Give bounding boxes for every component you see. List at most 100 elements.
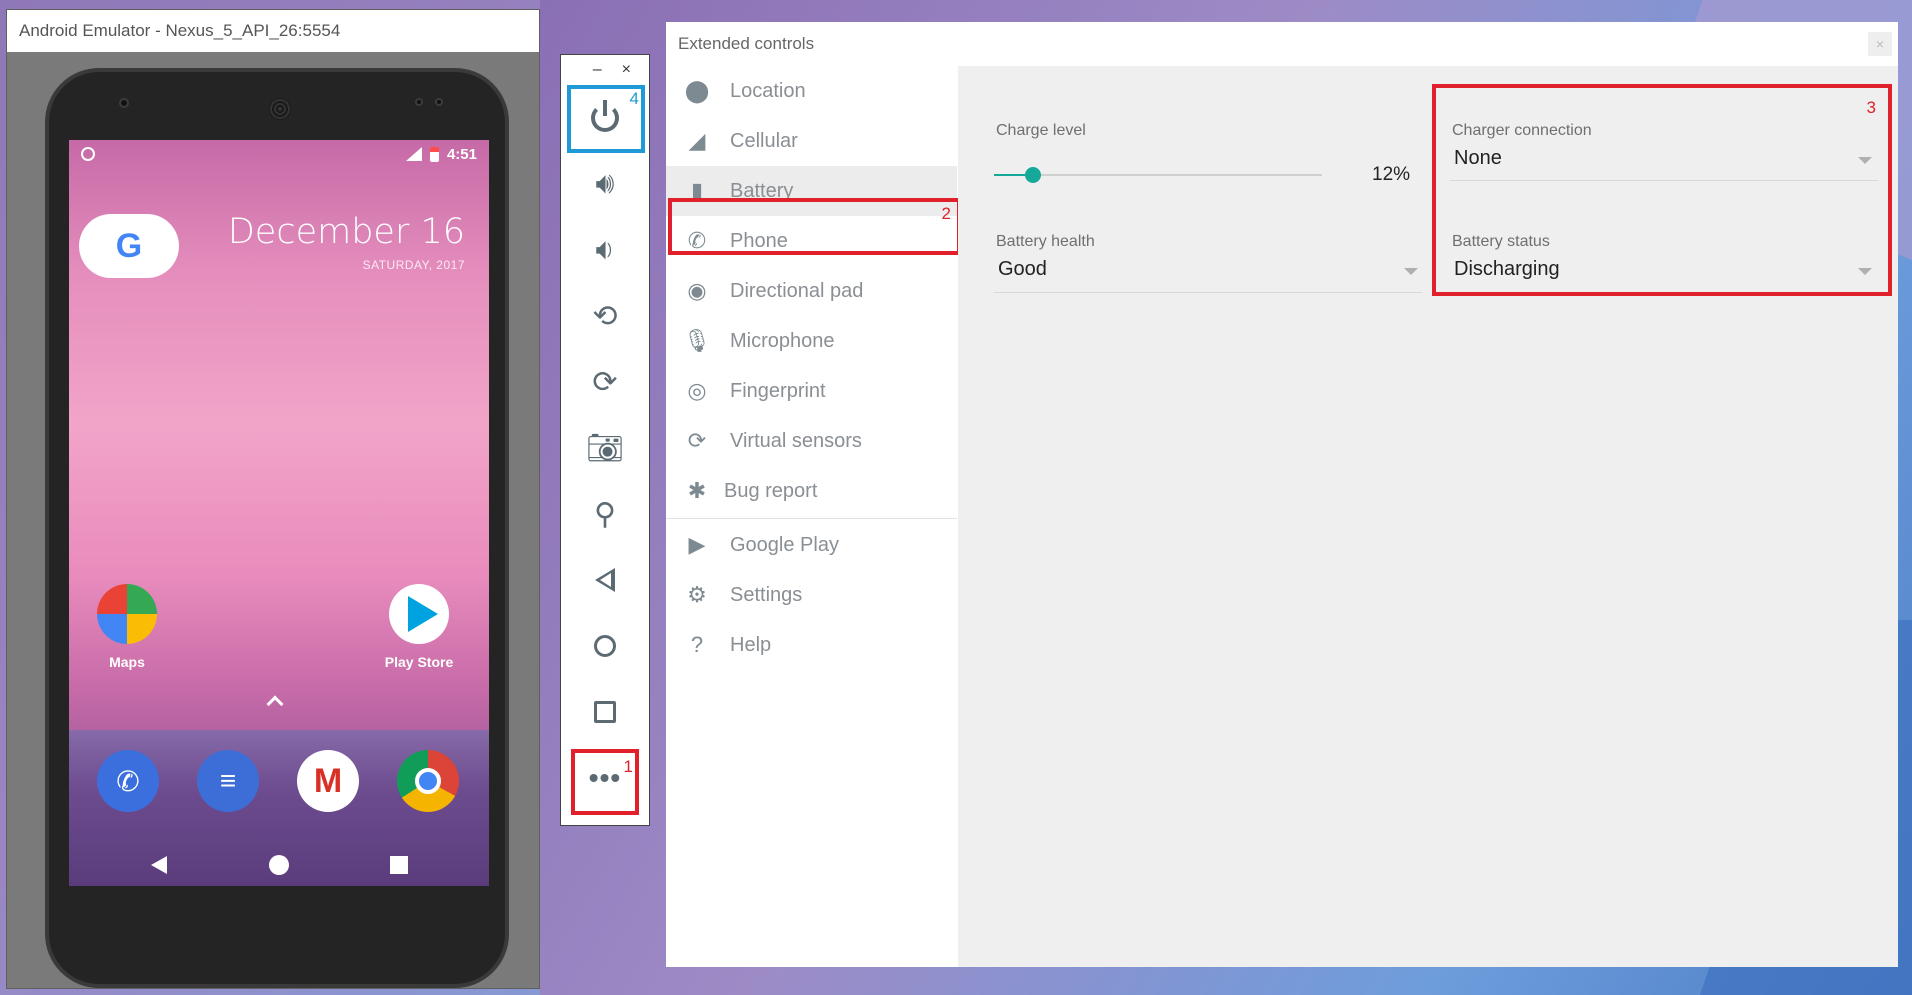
status-bar: 4:51 [69,140,489,168]
app-drawer-chevron-icon[interactable] [266,695,284,713]
dpad-icon: ◉ [687,278,707,303]
volume-up-button[interactable]: 🔊︎ [561,151,649,217]
app-maps[interactable]: Maps [77,584,177,670]
sensor-icon [435,98,443,106]
home-button[interactable] [561,613,649,679]
overview-button[interactable] [561,679,649,745]
phone-screen[interactable]: 4:51 G December 16 SATURDAY, 2017 Maps P… [69,140,489,886]
google-search-widget[interactable]: G [79,214,179,278]
back-icon [595,568,615,592]
camera-icon: 📷︎ [585,431,625,465]
date-widget[interactable]: December 16 [228,212,465,252]
volume-up-icon: 🔊︎ [595,167,615,200]
charge-level-label: Charge level [996,122,1086,139]
chevron-down-icon [1404,268,1418,275]
extended-controls-window: Extended controls × ⬤ Location ◢ Cellular … [666,22,1898,967]
rotate-right-button[interactable]: ⟳ [561,349,649,415]
zoom-button[interactable]: ⚲ [561,481,649,547]
front-camera-icon [119,98,129,108]
battery-status-icon [429,146,439,162]
sidebar-item-location[interactable]: ⬤ Location [666,66,957,116]
sidebar-item-settings[interactable]: ⚙ Settings [666,570,957,620]
emulator-window: Android Emulator - Nexus_5_API_26:5554 4… [6,9,540,989]
sidebar-item-label: Virtual sensors [730,429,862,452]
sidebar-item-label: Bug report [724,479,818,502]
home-icon [594,635,616,657]
sidebar-item-label: Directional pad [730,279,864,302]
sidebar-item-label: Location [730,79,806,102]
battery-panel: Charge level 12% Battery health Good Cha… [958,66,1898,967]
sidebar-item-fingerprint[interactable]: ◎ Fingerprint [666,366,957,416]
charger-status-highlight-box: 3 [1432,84,1892,296]
sidebar-item-label: Microphone [730,329,835,352]
rotate-left-icon: ⟲ [592,299,618,333]
sidebar-item-label: Help [730,633,772,656]
fingerprint-icon: ◎ [687,378,707,403]
gear-icon: ⚙ [687,582,707,607]
phone-frame: 4:51 G December 16 SATURDAY, 2017 Maps P… [45,68,509,988]
emulator-title[interactable]: Android Emulator - Nexus_5_API_26:5554 [7,10,539,52]
sidebar-item-directional-pad[interactable]: ◉ Directional pad [666,266,957,316]
sidebar-item-microphone[interactable]: 🎙︎ Microphone [666,316,957,366]
gmail-app-icon[interactable]: M [297,750,359,812]
annotation-tag: 4 [629,89,639,108]
extended-controls-title[interactable]: Extended controls [666,22,1898,66]
nav-home-icon[interactable] [269,855,289,875]
sidebar-item-label: Settings [730,583,803,606]
phone-app-icon[interactable]: ✆ [97,750,159,812]
rotate-right-icon: ⟳ [592,365,618,399]
volume-down-button[interactable]: 🔉︎ [561,217,649,283]
charge-level-slider[interactable] [994,167,1322,183]
annotation-tag: 1 [623,757,633,776]
emulator-toolbar: – × 🔊︎ 🔉︎ ⟲ ⟳ 📷︎ ⚲ ••• 4 1 [560,54,650,826]
more-highlight-box: 1 [571,749,639,815]
charge-level-thumb[interactable] [1025,167,1042,183]
speaker-grille [269,98,291,120]
virtual-sensors-icon: ⟳ [687,428,707,453]
chrome-app-icon[interactable] [397,750,459,812]
maps-icon [97,584,157,644]
sidebar-item-label: Fingerprint [730,379,826,402]
sidebar-item-bug-report[interactable]: ✱ Bug report [666,466,957,516]
sidebar-item-virtual-sensors[interactable]: ⟳ Virtual sensors [666,416,957,466]
sensor-icon [415,98,423,106]
battery-health-label: Battery health [996,233,1095,250]
cellular-signal-icon: ◢ [688,128,706,153]
overview-icon [594,701,616,723]
help-icon: ? [690,632,704,657]
sidebar-item-label: Cellular [730,129,798,152]
sidebar-item-google-play[interactable]: ▶ Google Play [666,520,957,570]
field-underline [994,292,1422,293]
toolbar-window-controls: – × [561,55,649,85]
battery-health-select[interactable]: Good [998,258,1047,281]
volume-down-icon: 🔉︎ [595,233,615,266]
minimize-button[interactable]: – [593,61,602,85]
dock: ✆ ≡ M [69,730,489,886]
sidebar-item-cellular[interactable]: ◢ Cellular [666,116,957,166]
messages-app-icon[interactable]: ≡ [197,750,259,812]
screenshot-button[interactable]: 📷︎ [561,415,649,481]
power-highlight-box: 4 [567,85,645,153]
bug-icon: ✱ [687,478,707,503]
rotate-left-button[interactable]: ⟲ [561,283,649,349]
annotation-tag: 2 [941,204,951,223]
app-play-store[interactable]: Play Store [369,584,469,670]
nav-back-icon[interactable] [151,856,167,874]
google-play-icon: ▶ [688,532,706,557]
sidebar-divider [666,518,957,519]
app-label: Play Store [384,654,454,670]
date-subtitle: SATURDAY, 2017 [362,258,465,272]
lte-signal-icon [405,147,422,161]
back-button[interactable] [561,547,649,613]
annotation-tag: 3 [1866,98,1876,117]
charge-level-value: 12% [1372,164,1411,185]
close-window-button[interactable]: × [1868,32,1892,56]
app-label: Maps [109,654,145,670]
nav-recents-icon[interactable] [390,856,408,874]
sidebar-item-help[interactable]: ? Help [666,620,957,670]
nav-bar [69,850,489,880]
close-button[interactable]: × [622,61,631,85]
location-pin-icon: ⬤ [684,78,710,103]
microphone-icon: 🎙︎ [683,328,711,353]
sidebar-item-label: Google Play [730,533,839,556]
